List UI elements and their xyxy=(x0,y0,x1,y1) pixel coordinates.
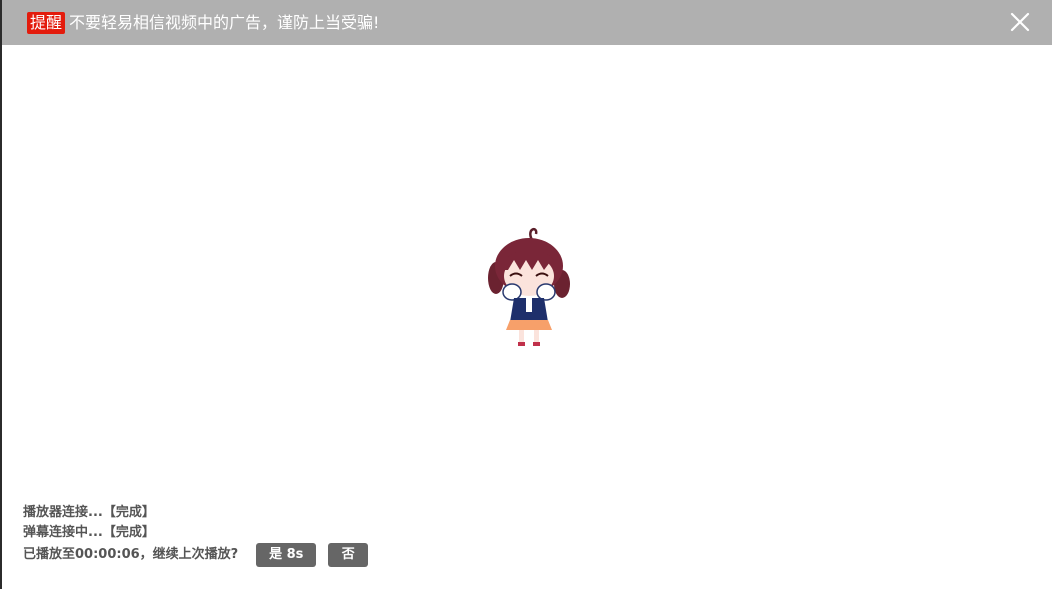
notice-message: 不要轻易相信视频中的广告，谨防上当受骗! xyxy=(69,12,380,32)
resume-prompt: 已播放至00:00:06，继续上次播放? xyxy=(23,547,239,562)
status-log: 播放器连接...【完成】 弹幕连接中...【完成】 已播放至00:00:06，继… xyxy=(23,503,369,567)
status-line-danmaku: 弹幕连接中...【完成】 xyxy=(23,525,155,540)
close-icon[interactable] xyxy=(1008,10,1032,34)
resume-yes-button[interactable]: 是 8s xyxy=(256,543,317,567)
loading-mascot-icon xyxy=(488,227,570,346)
resume-row: 已播放至00:00:06，继续上次播放? 是 8s 否 xyxy=(23,543,369,567)
ad-warning-bar: 提醒 不要轻易相信视频中的广告，谨防上当受骗! xyxy=(2,0,1052,45)
notice-tag: 提醒 xyxy=(27,11,66,34)
status-line-player: 播放器连接...【完成】 xyxy=(23,505,155,520)
resume-no-button[interactable]: 否 xyxy=(328,543,369,567)
video-player[interactable]: 提醒 不要轻易相信视频中的广告，谨防上当受骗! 播放器连接...【完成】 弹幕连… xyxy=(0,0,1052,589)
